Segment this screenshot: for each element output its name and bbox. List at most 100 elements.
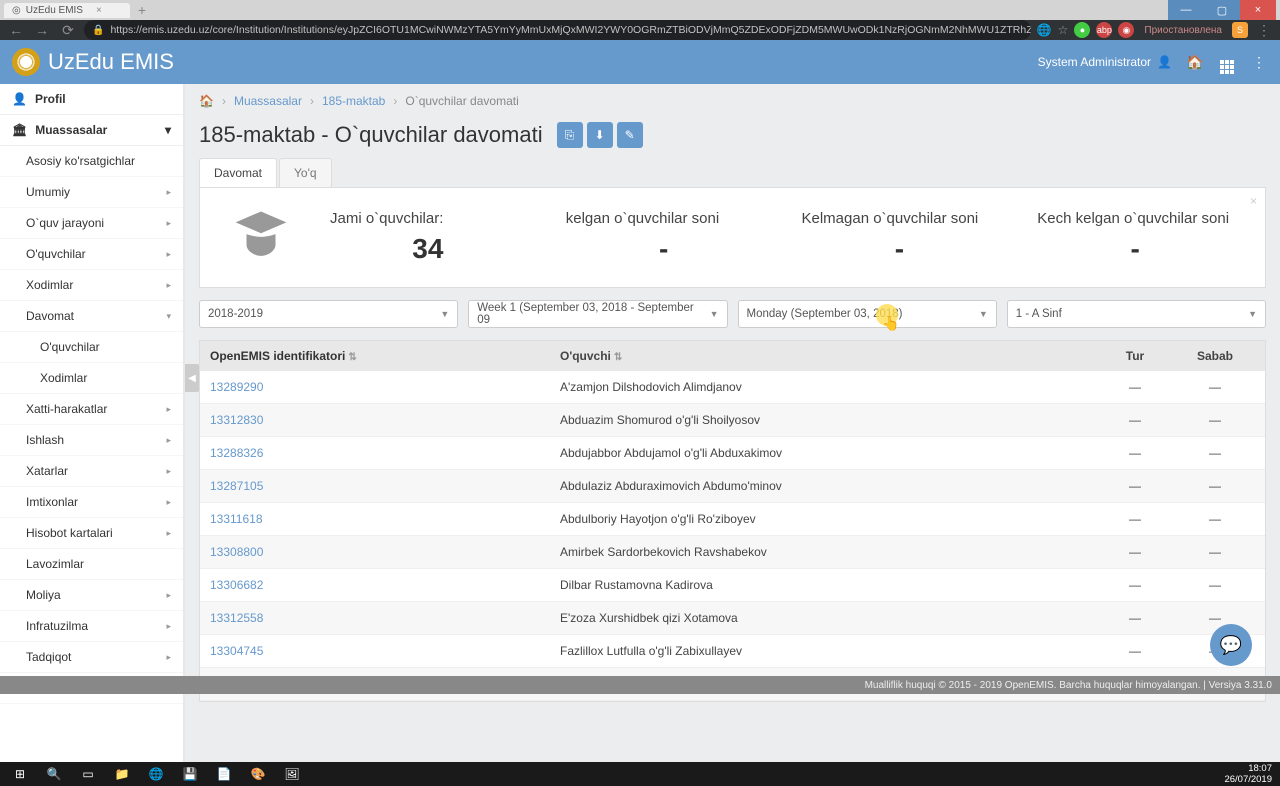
breadcrumb: 🏠› Muassasalar› 185-maktab› O`quvchilar … (199, 84, 1266, 118)
cell: — (1175, 446, 1255, 460)
app-icon[interactable]: 🎨 (242, 762, 274, 786)
sidebar-item[interactable]: Lavozimlar (0, 549, 183, 580)
table-row[interactable]: 13312558E'zoza Xurshidbek qizi Xotamova—… (200, 602, 1265, 635)
taskview-icon[interactable]: ▭ (72, 762, 104, 786)
sidebar-item[interactable]: O'quvchilar (0, 332, 183, 363)
word-icon[interactable]: 📄 (208, 762, 240, 786)
cell: — (1095, 479, 1175, 493)
table-row[interactable]: 13287105Abdulaziz Abduraximovich Abdumo'… (200, 470, 1265, 503)
stat-label: Jami o`quvchilar: (330, 210, 526, 227)
stat-label: kelgan o`quvchilar soni (566, 210, 762, 227)
sidebar-item[interactable]: Davomat▾ (0, 301, 183, 332)
student-id-link[interactable]: 13312830 (210, 413, 560, 427)
tab-davomat[interactable]: Davomat (199, 158, 277, 187)
day-select[interactable]: Monday (September 03, 2018)▼ 👆 (738, 300, 997, 328)
caret-icon: ▼ (440, 309, 449, 319)
new-tab-icon[interactable]: + (138, 2, 146, 18)
col-header[interactable]: Sabab (1175, 349, 1255, 363)
app-icon[interactable]: 🖼 (276, 762, 308, 786)
breadcrumb-link[interactable]: 185-maktab (322, 94, 385, 108)
table-row[interactable]: 13289290A'zamjon Dilshodovich Alimdjanov… (200, 371, 1265, 404)
home-icon[interactable]: 🏠 (199, 94, 214, 108)
search-icon[interactable]: 🔍 (38, 762, 70, 786)
sidebar-item[interactable]: Xatti-harakatlar▸ (0, 394, 183, 425)
table-row[interactable]: 13306682Dilbar Rustamovna Kadirova—— (200, 569, 1265, 602)
translate-icon[interactable]: 🌐 (1037, 23, 1052, 37)
student-id-link[interactable]: 13289290 (210, 380, 560, 394)
system-clock[interactable]: 18:0726/07/2019 (1224, 763, 1276, 785)
import-button[interactable]: ⬇ (587, 122, 613, 148)
student-id-link[interactable]: 13311618 (210, 512, 560, 526)
extension-icon[interactable]: ◉ (1118, 22, 1134, 38)
start-icon[interactable]: ⊞ (4, 762, 36, 786)
chat-fab-button[interactable]: 💬 (1210, 624, 1252, 666)
paused-label[interactable]: Приостановлена (1140, 25, 1226, 36)
sidebar-item[interactable]: O`quv jarayoni▸ (0, 208, 183, 239)
student-id-link[interactable]: 13287105 (210, 479, 560, 493)
sidebar-item[interactable]: Infratuzilma▸ (0, 611, 183, 642)
student-name: Abduazim Shomurod o'g'li Shoilyosov (560, 413, 1095, 427)
sidebar-item[interactable]: Moliya▸ (0, 580, 183, 611)
extension-icon[interactable]: ● (1074, 22, 1090, 38)
sidebar-item[interactable]: Imtixonlar▸ (0, 487, 183, 518)
table-row[interactable]: 13312830Abduazim Shomurod o'g'li Shoilyo… (200, 404, 1265, 437)
student-id-link[interactable]: 13306682 (210, 578, 560, 592)
more-icon[interactable]: ⋮ (1250, 54, 1268, 71)
student-id-link[interactable]: 13308800 (210, 545, 560, 559)
student-id-link[interactable]: 13288326 (210, 446, 560, 460)
student-id-link[interactable]: 13312558 (210, 611, 560, 625)
col-header[interactable]: Tur (1095, 349, 1175, 363)
cell: — (1095, 446, 1175, 460)
star-icon[interactable]: ☆ (1058, 23, 1069, 37)
sidebar-item[interactable]: Umumiy▸ (0, 177, 183, 208)
sidebar-item[interactable]: Hisobot kartalari▸ (0, 518, 183, 549)
col-header[interactable]: OpenEMIS identifikatori (210, 349, 345, 363)
table-row[interactable]: 13311618Abdulboriy Hayotjon o'g'li Ro'zi… (200, 503, 1265, 536)
minimize-icon[interactable]: — (1168, 0, 1204, 20)
close-tab-icon[interactable]: × (96, 5, 102, 16)
back-icon[interactable]: ← (6, 22, 26, 38)
student-id-link[interactable]: 13304745 (210, 644, 560, 658)
edit-button[interactable]: ✎ (617, 122, 643, 148)
sidebar-item[interactable]: Tadqiqot▸ (0, 642, 183, 673)
cell: — (1095, 644, 1175, 658)
sidebar-item[interactable]: Xatarlar▸ (0, 456, 183, 487)
sidebar-collapse-button[interactable]: ◀ (185, 364, 199, 392)
table-row[interactable]: 13304745Fazlillox Lutfulla o'g'li Zabixu… (200, 635, 1265, 668)
forward-icon[interactable]: → (32, 22, 52, 38)
class-select[interactable]: 1 - A Sinf▼ (1007, 300, 1266, 328)
chrome-icon[interactable]: 🌐 (140, 762, 172, 786)
close-icon[interactable]: × (1250, 194, 1257, 208)
taskbar: ⊞ 🔍 ▭ 📁 🌐 💾 📄 🎨 🖼 18:0726/07/2019 (0, 762, 1280, 786)
address-bar[interactable]: 🔒 https://emis.uzedu.uz/core/Institution… (84, 20, 1031, 40)
sidebar-item[interactable]: Xodimlar (0, 363, 183, 394)
maximize-icon[interactable]: ▢ (1204, 0, 1240, 20)
year-select[interactable]: 2018-2019▼ (199, 300, 458, 328)
table-row[interactable]: 13288326Abdujabbor Abdujamol o'g'li Abdu… (200, 437, 1265, 470)
home-icon[interactable]: 🏠 (1186, 54, 1204, 71)
profile-avatar-icon[interactable]: S (1232, 22, 1248, 38)
week-select[interactable]: Week 1 (September 03, 2018 - September 0… (468, 300, 727, 328)
sidebar-profile[interactable]: 👤 Profil (0, 84, 183, 115)
export-button[interactable]: ⎘ (557, 122, 583, 148)
browser-tab[interactable]: ◎ UzEdu EMIS × (4, 3, 130, 18)
breadcrumb-link[interactable]: Muassasalar (234, 94, 302, 108)
sidebar-item[interactable]: Ishlash▸ (0, 425, 183, 456)
extension-icon[interactable]: abp (1096, 22, 1112, 38)
user-menu[interactable]: System Administrator 👤 (1038, 55, 1172, 69)
reload-icon[interactable]: ⟳ (58, 22, 78, 39)
caret-icon: ▼ (1248, 309, 1257, 319)
task-icon[interactable]: 💾 (174, 762, 206, 786)
tab-yoq[interactable]: Yo'q (279, 158, 332, 187)
col-header[interactable]: O'quvchi (560, 349, 611, 363)
table-row[interactable]: 13308800Amirbek Sardorbekovich Ravshabek… (200, 536, 1265, 569)
apps-icon[interactable] (1218, 51, 1236, 74)
close-window-icon[interactable]: × (1240, 0, 1276, 20)
sidebar-item[interactable]: O'quvchilar▸ (0, 239, 183, 270)
sidebar-item[interactable]: Asosiy ko'rsatgichlar (0, 146, 183, 177)
cell: — (1175, 545, 1255, 559)
sidebar-section-header[interactable]: 🏛 Muassasalar ▾ (0, 115, 183, 146)
explorer-icon[interactable]: 📁 (106, 762, 138, 786)
sidebar-item[interactable]: Xodimlar▸ (0, 270, 183, 301)
menu-icon[interactable]: ⋮ (1254, 22, 1274, 39)
